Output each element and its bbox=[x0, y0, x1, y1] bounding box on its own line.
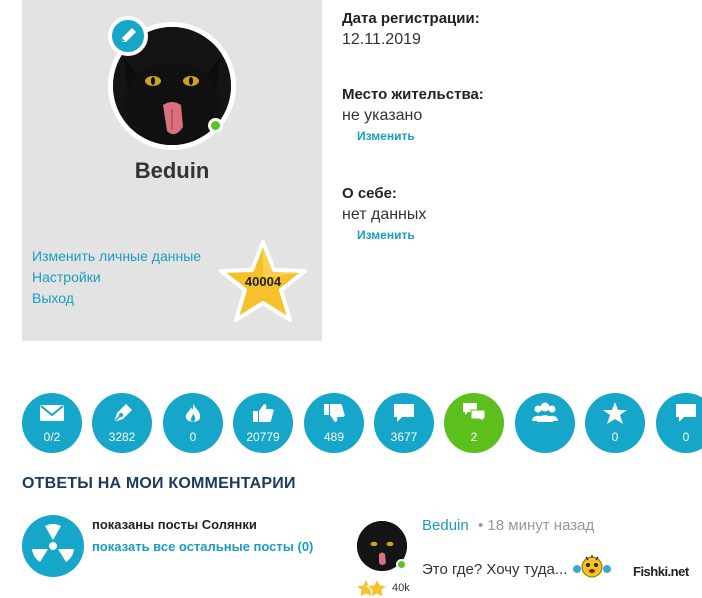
edit-location-link[interactable]: Изменить bbox=[357, 127, 415, 145]
registration-label: Дата регистрации: bbox=[342, 10, 480, 27]
stat-count: 3677 bbox=[390, 430, 418, 444]
star-icon bbox=[603, 402, 627, 424]
location-value: не указано bbox=[342, 107, 423, 124]
thumbs-down-icon bbox=[324, 404, 345, 422]
stat-count: 0 bbox=[611, 430, 619, 444]
stat-count: 0 bbox=[682, 430, 690, 444]
username: Beduin bbox=[134, 158, 210, 183]
stat-replies[interactable]: 2 bbox=[444, 393, 504, 453]
karma-stars-icon bbox=[354, 577, 389, 598]
comment-time: • 18 минут назад bbox=[478, 517, 595, 534]
comment-karma: 40k bbox=[392, 582, 410, 594]
edit-profile-link[interactable]: Изменить личные данные bbox=[32, 246, 201, 267]
settings-link[interactable]: Настройки bbox=[32, 267, 201, 288]
radiation-icon bbox=[22, 515, 84, 577]
stat-comments[interactable]: 3677 bbox=[374, 393, 434, 453]
stat-count: 20779 bbox=[246, 430, 280, 444]
stat-count: 489 bbox=[323, 430, 345, 444]
stat-friends[interactable] bbox=[515, 393, 575, 453]
location-label: Место жительства: bbox=[342, 86, 484, 103]
thumbs-up-icon bbox=[253, 404, 274, 422]
watermark: Fishki.net bbox=[633, 564, 689, 579]
edit-about-link[interactable]: Изменить bbox=[357, 226, 415, 244]
about-label: О себе: bbox=[342, 185, 397, 202]
stat-dislikes[interactable]: 489 bbox=[304, 393, 364, 453]
pencil-icon bbox=[121, 28, 136, 42]
show-all-posts-link[interactable]: показать все остальные посты (0) bbox=[92, 539, 322, 555]
envelope-icon bbox=[40, 405, 64, 421]
smiley-icon bbox=[572, 553, 612, 579]
stat-hot[interactable]: 0 bbox=[163, 393, 223, 453]
stat-count: 3282 bbox=[108, 430, 136, 444]
profile-card: Beduin Изменить личные данные Настройки … bbox=[22, 0, 322, 341]
online-indicator bbox=[396, 559, 407, 570]
stat-favorites[interactable]: 0 bbox=[585, 393, 645, 453]
comment-icon bbox=[676, 404, 696, 422]
stat-posts[interactable]: 3282 bbox=[92, 393, 152, 453]
about-value: нет данных bbox=[342, 206, 427, 223]
edit-avatar-button[interactable] bbox=[108, 16, 148, 56]
comment-text: Это где? Хочу туда... bbox=[422, 561, 568, 578]
flame-icon bbox=[185, 403, 201, 422]
rating-value: 40004 bbox=[244, 274, 282, 289]
comment-author[interactable]: Beduin bbox=[422, 517, 469, 534]
comment-icon bbox=[394, 404, 414, 422]
profile-links: Изменить личные данные Настройки Выход bbox=[32, 246, 201, 309]
users-icon bbox=[532, 402, 558, 422]
registration-value: 12.11.2019 bbox=[342, 31, 421, 48]
stat-count: 0/2 bbox=[43, 430, 61, 444]
online-indicator bbox=[208, 118, 223, 133]
stat-count: 0 bbox=[189, 430, 197, 444]
pen-nib-icon bbox=[113, 404, 132, 423]
rating-badge: 40004 bbox=[215, 238, 311, 326]
section-title: ОТВЕТЫ НА МОИ КОММЕНТАРИИ bbox=[22, 475, 296, 492]
stat-likes[interactable]: 20779 bbox=[233, 393, 293, 453]
solyanka-title: показаны посты Солянки bbox=[92, 517, 257, 532]
stat-messages[interactable]: 0/2 bbox=[22, 393, 82, 453]
comments-icon bbox=[463, 403, 486, 424]
stat-count: 2 bbox=[470, 430, 478, 444]
logout-link[interactable]: Выход bbox=[32, 288, 201, 309]
stat-discussions[interactable]: 0 bbox=[656, 393, 702, 453]
stats-bar: 0/2 3282 0 20779 489 3677 2 0 0 bbox=[22, 393, 702, 455]
